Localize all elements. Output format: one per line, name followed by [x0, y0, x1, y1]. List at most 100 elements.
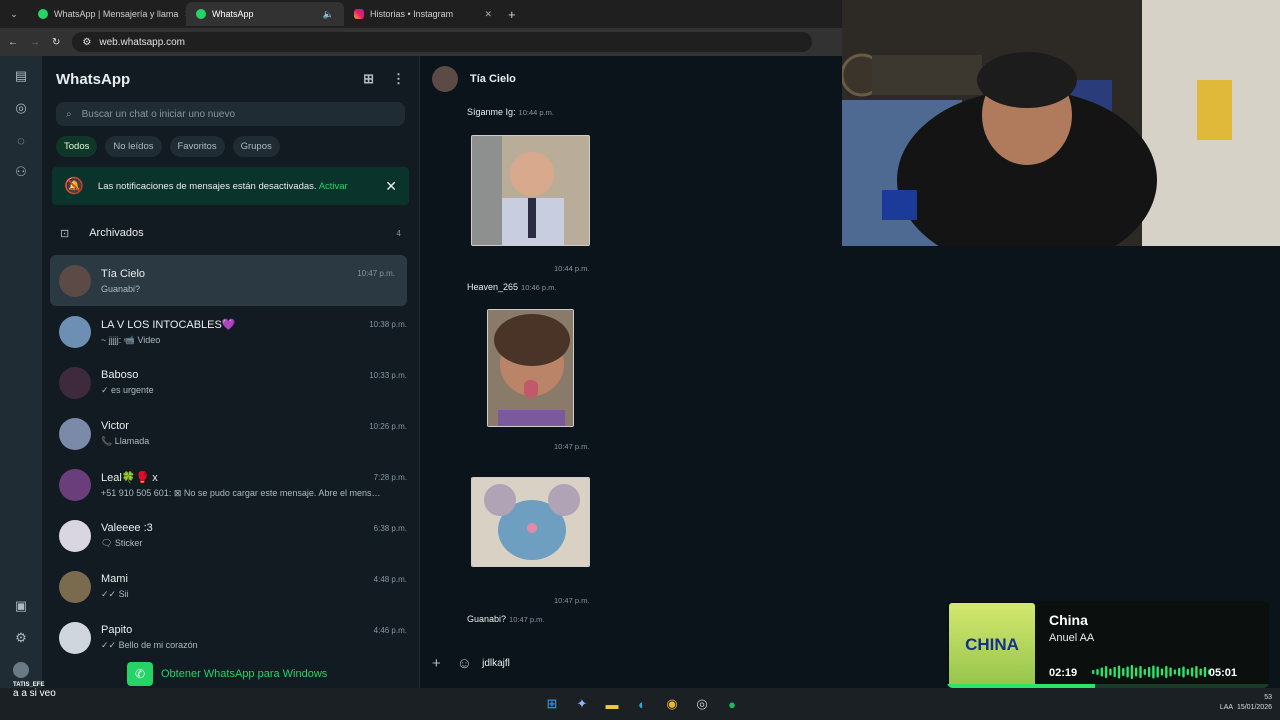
chat-top-row: Leal🍀🥊 x 7:28 p.m. [101, 471, 407, 484]
attach-plus-icon[interactable]: + [432, 655, 441, 672]
app-title: WhatsApp [56, 70, 131, 88]
copilot-icon[interactable]: ✦ [573, 695, 591, 713]
tab-list-chevron-icon[interactable]: ⌄ [0, 9, 28, 20]
chat-list-panel: WhatsApp ⊞ ⋮ ⌕ Buscar un chat o iniciar … [42, 56, 420, 688]
chat-name: Valeeee :3 [101, 522, 153, 534]
notice-text-wrap: Las notificaciones de mensajes están des… [98, 181, 348, 192]
close-icon[interactable]: ✕ [484, 9, 492, 20]
filter-favorites[interactable]: Favoritos [169, 136, 225, 157]
message-input[interactable]: jdlkajfl [482, 658, 510, 669]
activate-link[interactable]: Activar [319, 181, 348, 192]
waveform-bar [1173, 669, 1177, 675]
reload-icon[interactable]: ↻ [52, 37, 60, 48]
obs-icon[interactable]: ◎ [693, 695, 711, 713]
waveform-bar [1190, 667, 1194, 677]
contact-avatar[interactable] [432, 66, 458, 92]
chat-name: LA V LOS INTOCABLES💜 [101, 318, 236, 331]
url-field[interactable]: ⚙ web.whatsapp.com [72, 32, 813, 52]
edge-icon[interactable]: ◐ [633, 695, 651, 713]
speaker-icon[interactable]: 🔈 [323, 9, 334, 20]
archived-row[interactable]: ⊡ Archivados 4 [42, 211, 419, 255]
filter-groups[interactable]: Grupos [232, 136, 280, 157]
browser-tab-whatsapp-2[interactable]: WhatsApp 🔈 [186, 2, 344, 26]
browser-tab-instagram[interactable]: Historias • Instagram ✕ [344, 2, 502, 26]
waveform-bar [1130, 665, 1134, 679]
waveform-bar [1182, 666, 1185, 678]
archive-icon: ⊡ [60, 227, 70, 240]
waveform-bar [1126, 666, 1129, 678]
waveform-bar [1186, 669, 1189, 675]
search-input[interactable]: ⌕ Buscar un chat o iniciar uno nuevo [56, 102, 405, 126]
close-icon[interactable]: ✕ [385, 178, 397, 195]
status-icon[interactable]: ◎ [13, 100, 29, 116]
header-actions: ⊞ ⋮ [363, 71, 405, 87]
back-arrow-icon[interactable]: ← [8, 37, 18, 48]
contact-name[interactable]: Tía Cielo [470, 73, 516, 85]
chat-top-row: Tía Cielo 10:47 p.m. [101, 268, 395, 280]
channels-icon[interactable]: ◌ [13, 132, 29, 148]
chat-time: 10:26 p.m. [369, 421, 407, 431]
sidebar-header: WhatsApp ⊞ ⋮ [42, 56, 419, 102]
spotify-icon[interactable]: ● [723, 695, 741, 713]
new-tab-plus-icon[interactable]: + [508, 7, 516, 22]
chat-info: Papito 4:46 p.m. ✓✓ Bello de mi corazón [101, 624, 407, 651]
whatsapp-logo-icon: ✆ [127, 662, 153, 686]
get-windows-app-link[interactable]: ✆ Obtener WhatsApp para Windows [127, 660, 327, 688]
message-text: Guanabi? [467, 614, 507, 624]
tray-language[interactable]: LAA [1220, 704, 1233, 711]
chat-name: Victor [101, 420, 129, 432]
whatsapp-favicon-icon [196, 9, 206, 19]
image-message[interactable] [471, 135, 590, 246]
chat-list-item[interactable]: Valeeee :3 6:38 p.m. 🗨 Sticker [42, 510, 419, 561]
track-duration: 05:01 [1208, 667, 1237, 679]
chat-list-item[interactable]: Victor 10:26 p.m. 📞 Llamada [42, 408, 419, 459]
sticker-icon[interactable]: ☺ [457, 655, 472, 672]
message-time: 10:44 p.m. [518, 108, 554, 117]
chats-icon[interactable]: ▤ [13, 68, 29, 84]
browser-tab-strip: ⌄ WhatsApp | Mensajería y llama ✕ WhatsA… [0, 0, 842, 28]
chat-preview: +51 910 505 601: ⊠ No se pudo cargar est… [101, 487, 381, 498]
profile-avatar[interactable] [13, 662, 29, 678]
filter-chips: Todos No leídos Favoritos Grupos [56, 136, 405, 157]
chat-preview: Guanabi? [101, 283, 141, 294]
message-time: 10:47 p.m. [554, 596, 590, 605]
chat-list-item[interactable]: Leal🍀🥊 x 7:28 p.m. +51 910 505 601: ⊠ No s… [42, 459, 419, 510]
filter-all[interactable]: Todos [56, 136, 98, 157]
filter-unread[interactable]: No leídos [105, 136, 162, 157]
taskbar-apps: ⊞ ✦ ▬ ◐ ◉ ◎ ● [543, 695, 741, 713]
site-info-icon[interactable]: ⚙ [82, 37, 91, 48]
communities-icon[interactable]: ⚇ [13, 164, 29, 180]
chat-list-item[interactable]: Tía Cielo 10:47 p.m. Guanabi? [50, 255, 407, 306]
chat-list-item[interactable]: Mami 4:48 p.m. ✓✓ Sii [42, 561, 419, 612]
waveform-bar [1113, 667, 1116, 677]
image-message[interactable] [487, 309, 574, 427]
media-icon[interactable]: ▣ [13, 598, 29, 614]
menu-dots-icon[interactable]: ⋮ [392, 71, 405, 87]
nav-rail: ▤ ◎ ◌ ⚇ ▣ ⚙ [0, 56, 42, 688]
settings-gear-icon[interactable]: ⚙ [13, 630, 29, 646]
tray-date[interactable]: 15/01/2026 [1237, 704, 1272, 711]
conversation-header[interactable]: Tía Cielo [420, 56, 842, 102]
image-message[interactable] [471, 477, 590, 567]
new-chat-icon[interactable]: ⊞ [363, 71, 374, 87]
chat-preview: ✓ es urgente [101, 385, 154, 395]
file-explorer-icon[interactable]: ▬ [603, 695, 621, 713]
chat-time: 10:38 p.m. [369, 319, 407, 329]
forward-arrow-icon[interactable]: → [30, 37, 40, 48]
track-title: China [1049, 612, 1088, 628]
chat-list-item[interactable]: LA V LOS INTOCABLES💜 10:38 p.m. ~ jjjjj: 📹… [42, 306, 419, 357]
chat-name: Mami [101, 573, 128, 585]
windows-start-icon[interactable]: ⊞ [543, 695, 561, 713]
chat-list-item[interactable]: Baboso 10:33 p.m. ✓ es urgente [42, 357, 419, 408]
chat-time: 4:46 p.m. [373, 625, 407, 635]
waveform-bar [1165, 666, 1168, 678]
chat-list-item[interactable]: Papito 4:46 p.m. ✓✓ Bello de mi corazón [42, 612, 419, 663]
waveform-bar [1096, 669, 1099, 675]
chat-top-row: LA V LOS INTOCABLES💜 10:38 p.m. [101, 318, 407, 331]
webcam-scene-image [842, 0, 1280, 246]
chat-list: Tía Cielo 10:47 p.m. Guanabi? LA V LOS INTO… [42, 255, 419, 663]
chrome-icon[interactable]: ◉ [663, 695, 681, 713]
woman-tongue-image [488, 310, 573, 426]
chat-preview: ~ jjjjj: 📹 Video [101, 334, 161, 345]
browser-tab-whatsapp-1[interactable]: WhatsApp | Mensajería y llama ✕ [28, 2, 186, 26]
